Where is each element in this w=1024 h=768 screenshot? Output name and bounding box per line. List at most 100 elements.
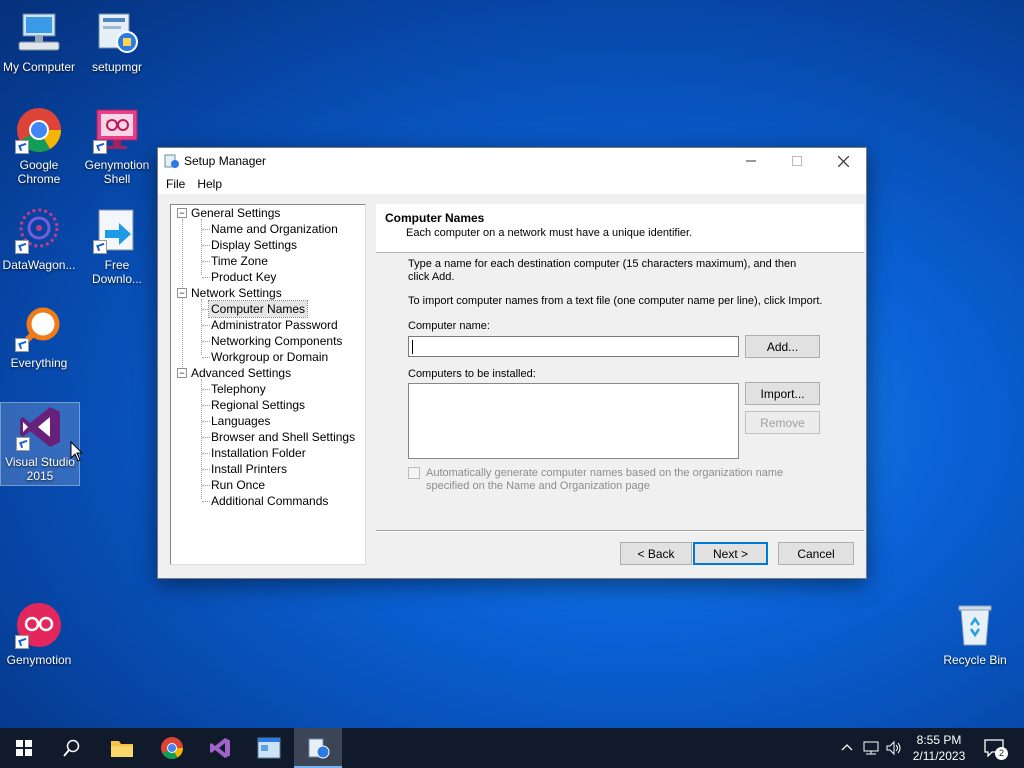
taskbar-chrome[interactable] bbox=[148, 728, 196, 768]
tree-item-networking-components[interactable]: Networking Components bbox=[211, 333, 342, 349]
recycle-bin-icon bbox=[951, 601, 999, 649]
tree-item-network-settings[interactable]: − Network Settings bbox=[177, 285, 357, 301]
tree-item-run-once[interactable]: Run Once bbox=[211, 477, 265, 493]
desktop-icon-label: Genymotion Shell bbox=[84, 158, 150, 186]
setup-manager-icon bbox=[93, 8, 141, 56]
close-button[interactable] bbox=[820, 148, 866, 174]
taskbar-setup-manager[interactable] bbox=[294, 728, 342, 768]
menu-file[interactable]: File bbox=[160, 177, 191, 191]
folder-icon bbox=[111, 741, 133, 757]
taskbar-file-explorer[interactable] bbox=[98, 728, 146, 768]
back-button[interactable]: < Back bbox=[620, 542, 692, 565]
tree-item-workgroup-or-domain[interactable]: Workgroup or Domain bbox=[211, 349, 328, 365]
computers-list[interactable] bbox=[408, 383, 739, 459]
chrome-icon bbox=[15, 106, 63, 154]
mouse-cursor-icon bbox=[70, 441, 84, 462]
import-button[interactable]: Import... bbox=[745, 382, 820, 405]
notification-center-button[interactable]: 2 bbox=[978, 728, 1024, 768]
computer-icon bbox=[15, 8, 63, 56]
setup-manager-icon bbox=[308, 738, 330, 759]
volume-icon[interactable] bbox=[885, 740, 903, 756]
chrome-icon bbox=[161, 737, 183, 759]
desktop-icon-label: Everything bbox=[10, 356, 68, 370]
page-title: Computer Names bbox=[385, 211, 485, 225]
tree-item-languages[interactable]: Languages bbox=[211, 413, 270, 429]
menu-help[interactable]: Help bbox=[191, 177, 228, 191]
windows-logo-icon bbox=[16, 740, 32, 756]
desktop-icon-label: Genymotion bbox=[6, 653, 72, 667]
tree-item-browser-and-shell-settings[interactable]: Browser and Shell Settings bbox=[211, 429, 355, 445]
taskbar-visual-studio[interactable] bbox=[196, 728, 244, 768]
settings-tree[interactable]: − General Settings Name and Organization… bbox=[170, 204, 366, 565]
visual-studio-icon bbox=[210, 738, 230, 758]
tree-item-display-settings[interactable]: Display Settings bbox=[211, 237, 297, 253]
tree-item-installation-folder[interactable]: Installation Folder bbox=[211, 445, 306, 461]
shortcut-arrow-icon bbox=[93, 240, 107, 254]
clock-time[interactable]: 8:55 PM bbox=[906, 733, 972, 747]
taskbar-app[interactable] bbox=[245, 728, 293, 768]
tree-item-label: General Settings bbox=[191, 206, 281, 220]
computers-list-label: Computers to be installed: bbox=[408, 368, 536, 380]
maximize-button[interactable] bbox=[774, 148, 820, 174]
tree-line bbox=[201, 219, 202, 275]
setup-manager-window[interactable]: Setup Manager File Help − General Settin… bbox=[157, 147, 867, 579]
desktop-icon-genymotion[interactable]: Genymotion bbox=[0, 601, 78, 667]
cancel-button[interactable]: Cancel bbox=[778, 542, 854, 565]
title-bar[interactable]: Setup Manager bbox=[158, 148, 866, 174]
desktop-icon-genymotion-shell[interactable]: Genymotion Shell bbox=[78, 106, 156, 186]
desktop-icon-setupmgr[interactable]: setupmgr bbox=[78, 8, 156, 74]
network-icon[interactable] bbox=[862, 740, 880, 756]
shortcut-arrow-icon bbox=[15, 240, 29, 254]
minimize-button[interactable] bbox=[728, 148, 774, 174]
tree-item-label: Advanced Settings bbox=[191, 366, 292, 380]
tree-item-general-settings[interactable]: − General Settings bbox=[177, 205, 357, 221]
start-button[interactable] bbox=[0, 728, 48, 768]
genymotion-icon bbox=[15, 601, 63, 649]
desktop-icon-free-download[interactable]: Free Downlo... bbox=[78, 206, 156, 286]
minimize-icon bbox=[746, 160, 756, 162]
desktop-icon-datawagon[interactable]: DataWagon... bbox=[0, 206, 78, 272]
page-header: Computer Names Each computer on a networ… bbox=[376, 204, 864, 253]
desktop-icon-everything[interactable]: Everything bbox=[0, 304, 78, 370]
tree-item-install-printers[interactable]: Install Printers bbox=[211, 461, 287, 477]
chevron-up-icon[interactable] bbox=[841, 742, 853, 752]
computer-name-input[interactable] bbox=[408, 336, 739, 357]
desktop-icon-my-computer[interactable]: My Computer bbox=[0, 8, 78, 74]
desktop-icon-recycle-bin[interactable]: Recycle Bin bbox=[936, 601, 1014, 667]
tree-item-regional-settings[interactable]: Regional Settings bbox=[211, 397, 305, 413]
page-subtitle: Each computer on a network must have a u… bbox=[406, 227, 693, 239]
maximize-icon bbox=[792, 156, 802, 166]
clock-date[interactable]: 2/11/2023 bbox=[906, 749, 972, 763]
tree-item-administrator-password[interactable]: Administrator Password bbox=[211, 317, 338, 333]
menu-bar: File Help bbox=[158, 174, 866, 194]
footer-divider bbox=[376, 530, 864, 532]
tree-item-computer-names[interactable]: Computer Names bbox=[207, 300, 309, 318]
import-instruction-text: To import computer names from a text fil… bbox=[408, 295, 823, 307]
desktop-icon-google-chrome[interactable]: Google Chrome bbox=[0, 106, 78, 186]
tree-item-telephony[interactable]: Telephony bbox=[211, 381, 266, 397]
tree-item-product-key[interactable]: Product Key bbox=[211, 269, 276, 285]
tree-item-advanced-settings[interactable]: − Advanced Settings bbox=[177, 365, 357, 381]
instruction-text: Type a name for each destination compute… bbox=[408, 258, 797, 283]
auto-generate-label: Automatically generate computer names ba… bbox=[426, 467, 784, 492]
tree-item-additional-commands[interactable]: Additional Commands bbox=[211, 493, 328, 509]
shortcut-arrow-icon bbox=[15, 635, 29, 649]
collapse-icon: − bbox=[177, 288, 187, 298]
tree-item-name-and-organization[interactable]: Name and Organization bbox=[211, 221, 338, 237]
desktop-icon-visual-studio[interactable]: Visual Studio 2015 bbox=[0, 402, 80, 486]
collapse-icon: − bbox=[177, 208, 187, 218]
setup-manager-app-icon bbox=[164, 154, 179, 168]
desktop-icon-label: Google Chrome bbox=[17, 158, 61, 186]
shortcut-arrow-icon bbox=[93, 140, 107, 154]
genymotion-shell-icon bbox=[93, 106, 141, 154]
auto-generate-checkbox[interactable] bbox=[408, 467, 420, 479]
remove-button[interactable]: Remove bbox=[745, 411, 820, 434]
search-button[interactable] bbox=[48, 728, 96, 768]
desktop-icon-label: My Computer bbox=[2, 60, 76, 74]
notification-count-badge: 2 bbox=[995, 747, 1008, 760]
add-button[interactable]: Add... bbox=[745, 335, 820, 358]
shortcut-arrow-icon bbox=[15, 338, 29, 352]
shortcut-arrow-icon bbox=[15, 140, 29, 154]
next-button[interactable]: Next > bbox=[693, 542, 768, 565]
tree-item-time-zone[interactable]: Time Zone bbox=[211, 253, 268, 269]
